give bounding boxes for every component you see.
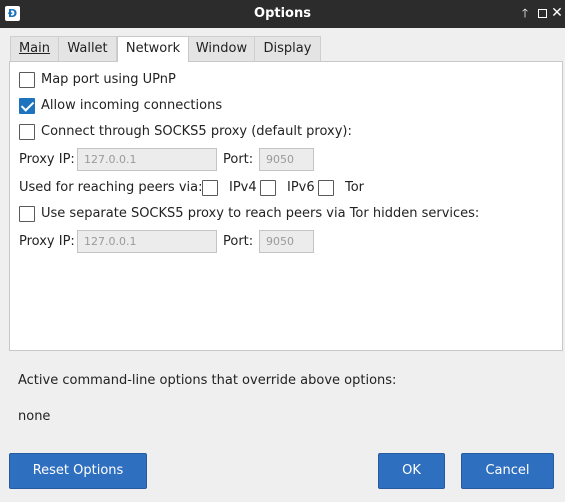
window-title: Options: [254, 6, 311, 21]
tor-proxy-port-field[interactable]: 9050: [259, 230, 314, 253]
tor-checkbox[interactable]: [318, 180, 334, 196]
tab-display[interactable]: Display: [255, 36, 321, 61]
separate-tor-proxy-checkbox[interactable]: [19, 206, 35, 222]
network-panel: Map port using UPnP Allow incoming conne…: [9, 61, 563, 351]
tor-proxy-ip-label: Proxy IP:: [19, 234, 75, 249]
overrides-value: none: [18, 409, 51, 424]
maximize-up-icon[interactable]: 🡑: [517, 5, 533, 21]
ipv6-checkbox[interactable]: [260, 180, 276, 196]
ipv6-label: IPv6: [287, 180, 315, 195]
tab-network[interactable]: Network: [117, 36, 189, 62]
socks5-label: Connect through SOCKS5 proxy (default pr…: [41, 124, 352, 139]
proxy-ip-field[interactable]: 127.0.0.1: [77, 148, 217, 171]
reach-peers-label: Used for reaching peers via:: [19, 180, 203, 195]
close-icon[interactable]: ✕: [549, 5, 565, 21]
tab-window[interactable]: Window: [189, 36, 255, 61]
upnp-checkbox[interactable]: [19, 72, 35, 88]
ipv4-label: IPv4: [229, 180, 257, 195]
tab-main[interactable]: Main: [10, 36, 59, 61]
proxy-port-field[interactable]: 9050: [259, 148, 314, 171]
separate-tor-proxy-label: Use separate SOCKS5 proxy to reach peers…: [41, 206, 480, 221]
overrides-label: Active command-line options that overrid…: [18, 373, 397, 388]
cancel-button[interactable]: Cancel: [461, 453, 554, 489]
upnp-label: Map port using UPnP: [41, 72, 176, 87]
allow-incoming-label: Allow incoming connections: [41, 98, 223, 113]
proxy-port-label: Port:: [223, 152, 254, 167]
tor-proxy-ip-field[interactable]: 127.0.0.1: [77, 230, 217, 253]
ipv4-checkbox[interactable]: [202, 180, 218, 196]
tor-proxy-port-label: Port:: [223, 234, 254, 249]
title-bar: Đ Options 🡑 ✕: [0, 0, 565, 28]
reset-options-button[interactable]: Reset Options: [9, 453, 147, 489]
restore-icon[interactable]: [534, 5, 550, 21]
tab-wallet[interactable]: Wallet: [59, 36, 117, 61]
socks5-checkbox[interactable]: [19, 124, 35, 140]
tor-label: Tor: [345, 180, 365, 195]
ok-button[interactable]: OK: [378, 453, 445, 489]
proxy-ip-label: Proxy IP:: [19, 152, 75, 167]
allow-incoming-checkbox[interactable]: [19, 98, 35, 114]
